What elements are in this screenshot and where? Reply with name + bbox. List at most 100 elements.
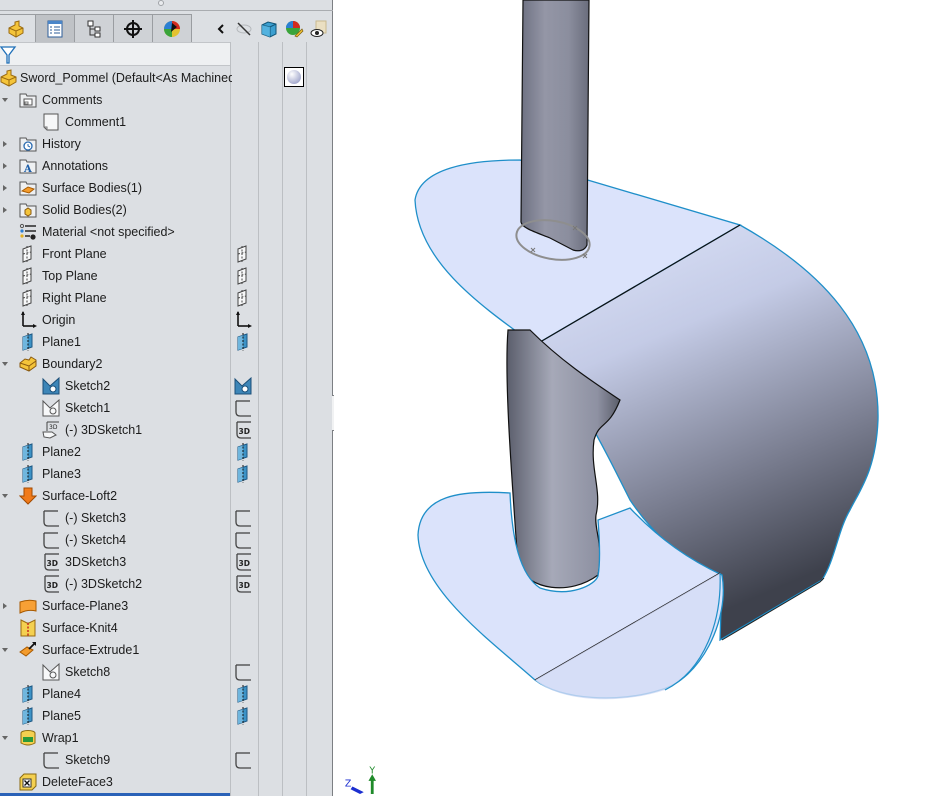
- tree-item-label: 3DSketch3: [65, 555, 127, 569]
- tree-item-label: Sketch2: [65, 379, 111, 393]
- tree-item[interactable]: Right Plane: [0, 287, 333, 309]
- tree-item[interactable]: Surface-Extrude1: [0, 639, 333, 661]
- tree-item-status-plane-filled-icon[interactable]: [234, 333, 252, 351]
- tree-item[interactable]: Surface-Loft2: [0, 485, 333, 507]
- collapse-toolbar-button[interactable]: [210, 18, 232, 40]
- tree-item-status-3dsketch-icon[interactable]: 3D: [234, 575, 252, 593]
- svg-text:3D: 3D: [49, 424, 58, 431]
- tree-item-status-sketch-corner-icon[interactable]: [234, 663, 252, 681]
- tree-item[interactable]: 3D 3DSketch3 3D: [0, 551, 333, 573]
- tree-item[interactable]: Solid Bodies(2): [0, 199, 333, 221]
- svg-text:3D: 3D: [239, 559, 250, 568]
- tree-item[interactable]: Plane2: [0, 441, 333, 463]
- comment-icon: [42, 113, 60, 131]
- collapsed-caret-icon[interactable]: [1, 140, 9, 148]
- tree-item-status-plane-filled-icon[interactable]: [234, 685, 252, 703]
- tree-item-label: Wrap1: [42, 731, 79, 745]
- tree-item[interactable]: Top Plane: [0, 265, 333, 287]
- tree-item[interactable]: Boundary2: [0, 353, 333, 375]
- edit-appearance-cube-button[interactable]: [258, 18, 280, 40]
- tree-item-label: (-) Sketch4: [65, 533, 127, 547]
- tree-item-status-plane-filled-icon[interactable]: [234, 465, 252, 483]
- tree-item-status-sketch-corner-icon[interactable]: [234, 399, 252, 417]
- blade-rod[interactable]: [520, 0, 590, 252]
- displaymanager-tab[interactable]: [152, 14, 192, 42]
- tree-item-status-plane-filled-icon[interactable]: [234, 443, 252, 461]
- tree-item[interactable]: Plane1: [0, 331, 333, 353]
- 3dsketch-icon: 3D: [42, 575, 60, 593]
- collapsed-caret-icon[interactable]: [1, 206, 9, 214]
- collapsed-caret-icon[interactable]: [1, 184, 9, 192]
- part-icon: [0, 69, 17, 87]
- sketch-selected-icon: [42, 376, 60, 395]
- tree-item-status-3dsketch-icon[interactable]: 3D: [234, 421, 252, 439]
- expanded-caret-icon[interactable]: [1, 734, 9, 742]
- tree-item[interactable]: 3D (-) 3DSketch2 3D: [0, 573, 333, 595]
- sketch-corner-icon: [42, 509, 60, 527]
- tree-item-label: Surface-Plane3: [42, 599, 129, 613]
- tree-item-status-plane-filled-icon[interactable]: [234, 707, 252, 725]
- tree-item[interactable]: A Annotations: [0, 155, 333, 177]
- featuremanager-tab[interactable]: [0, 14, 36, 42]
- tree-item[interactable]: Material <not specified>: [0, 221, 333, 243]
- tree-item[interactable]: Comments: [0, 89, 333, 111]
- tree-item-label: Plane5: [42, 709, 81, 723]
- tree-item-status-origin-icon[interactable]: [234, 311, 252, 329]
- reference-triad[interactable]: Y Z: [340, 762, 380, 794]
- tree-item[interactable]: 3D (-) 3DSketch1 3D: [0, 419, 333, 441]
- tree-item[interactable]: Surface-Plane3: [0, 595, 333, 617]
- tree-item[interactable]: Surface Bodies(1): [0, 177, 333, 199]
- tree-item[interactable]: Comment1: [0, 111, 333, 133]
- tree-item[interactable]: Plane4: [0, 683, 333, 705]
- graphics-viewport[interactable]: Y Z: [334, 0, 944, 796]
- expanded-caret-icon[interactable]: [1, 646, 9, 654]
- panel-resize-grip[interactable]: [157, 0, 165, 8]
- view-scene-button[interactable]: [308, 18, 330, 40]
- tree-filter-bar[interactable]: [0, 42, 230, 66]
- plane-filled-icon: [19, 707, 37, 725]
- sketch-corner-icon: [42, 531, 60, 549]
- tree-item-status-plane-outline-icon[interactable]: [234, 245, 252, 263]
- svg-text:3D: 3D: [47, 559, 58, 568]
- edit-appearance-button[interactable]: [283, 18, 305, 40]
- dimxpertmanager-tab[interactable]: [113, 14, 153, 42]
- tree-item-status-sketch-selected-icon[interactable]: [234, 376, 252, 395]
- hide-show-items-button[interactable]: [233, 18, 255, 40]
- tree-item-status-sketch-corner-icon[interactable]: [234, 531, 252, 549]
- tree-item-status-plane-outline-icon[interactable]: [234, 289, 252, 307]
- expanded-caret-icon[interactable]: [1, 360, 9, 368]
- tree-item-status-sketch-corner-icon[interactable]: [234, 509, 252, 527]
- tree-item-label: History: [42, 137, 81, 151]
- 3d-model[interactable]: [334, 0, 944, 796]
- tree-item[interactable]: (-) Sketch3: [0, 507, 333, 529]
- expanded-caret-icon[interactable]: [1, 492, 9, 500]
- plane-filled-icon: [19, 685, 37, 703]
- tree-item-status-sketch-corner-icon[interactable]: [234, 751, 252, 769]
- tree-item[interactable]: Wrap1: [0, 727, 333, 749]
- tree-item[interactable]: Sketch2: [0, 375, 333, 397]
- tree-item[interactable]: Sketch8: [0, 661, 333, 683]
- tree-item[interactable]: Plane3: [0, 463, 333, 485]
- collapsed-caret-icon[interactable]: [1, 162, 9, 170]
- tree-item[interactable]: (-) Sketch4: [0, 529, 333, 551]
- surface-knit-icon: [19, 619, 37, 637]
- tree-item[interactable]: Plane5: [0, 705, 333, 727]
- tree-root[interactable]: Sword_Pommel (Default<As Machined>: [0, 67, 333, 89]
- tree-item[interactable]: Sketch1: [0, 397, 333, 419]
- tree-item[interactable]: History: [0, 133, 333, 155]
- property-list-icon: [47, 20, 63, 37]
- filter-icon[interactable]: [0, 45, 18, 65]
- collapsed-caret-icon[interactable]: [1, 602, 9, 610]
- tree-item[interactable]: Origin: [0, 309, 333, 331]
- tree-item-status-plane-outline-icon[interactable]: [234, 267, 252, 285]
- configurationmanager-tab[interactable]: [74, 14, 114, 42]
- tree-item[interactable]: Surface-Knit4: [0, 617, 333, 639]
- hide-show-icon: [236, 22, 252, 36]
- propertymanager-tab[interactable]: [35, 14, 75, 42]
- tree-item-label: Plane2: [42, 445, 81, 459]
- expanded-caret-icon[interactable]: [1, 96, 9, 104]
- tree-item[interactable]: Front Plane: [0, 243, 333, 265]
- tree-item[interactable]: Sketch9: [0, 749, 333, 771]
- tree-item-status-3dsketch-icon[interactable]: 3D: [234, 553, 252, 571]
- tree-item[interactable]: DeleteFace3: [0, 771, 333, 793]
